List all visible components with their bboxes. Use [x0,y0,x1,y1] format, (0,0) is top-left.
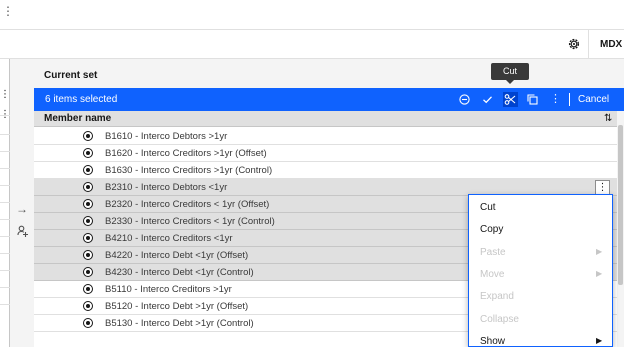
available-members-panel: ⋮ ⋮ [0,59,10,347]
list-divider [0,168,10,169]
cut-tooltip: Cut [491,63,529,80]
member-type-icon [83,318,93,328]
chevron-right-icon: ▶ [596,335,603,345]
sort-icon[interactable]: ⇅ [604,113,612,124]
member-name: B5120 - Interco Debt >1yr (Offset) [105,301,249,312]
table-row[interactable]: B1610 - Interco Debtors >1yr [34,128,617,145]
table-row[interactable]: B1620 - Interco Creditors >1yr (Offset) [34,145,617,162]
list-divider [0,134,10,135]
grid-header: Member name ⇅ [34,111,617,127]
member-type-icon [83,165,93,175]
member-type-icon [83,250,93,260]
member-name: B5130 - Interco Debt >1yr (Control) [105,318,254,329]
member-type-icon [83,284,93,294]
list-divider [0,202,10,203]
chevron-right-icon: ▶ [596,268,603,278]
member-name: B4220 - Interco Debt <1yr (Offset) [105,250,249,261]
arrow-right-icon[interactable]: → [16,202,28,216]
overflow-menu-icon[interactable]: ⋮ [2,4,14,18]
member-name: B4230 - Interco Debt <1yr (Control) [105,267,254,278]
list-divider [0,253,10,254]
member-name: B4210 - Interco Creditors <1yr [105,233,233,244]
context-menu-item-label: Cut [480,202,496,213]
member-type-icon [83,182,93,192]
gear-icon[interactable] [567,37,581,51]
overflow-menu-icon[interactable]: ⋮ [548,92,563,107]
mdx-button[interactable]: MDX [600,39,622,50]
member-type-icon [83,301,93,311]
context-menu: Cut Copy Paste ▶ Move ▶ Expand Collapse Show ▶ [468,194,613,347]
scissors-icon[interactable] [503,92,518,107]
context-menu-item-copy[interactable]: Copy [469,219,612,241]
list-divider [0,219,10,220]
member-name: B5110 - Interco Creditors >1yr [105,284,232,295]
selection-bar: 6 items selected ⋮ Cancel [34,88,624,111]
table-row[interactable]: B1630 - Interco Creditors >1yr (Control) [34,162,617,179]
list-divider [0,287,10,288]
context-menu-item-expand: Expand [469,286,612,308]
list-divider [0,151,10,152]
cancel-button[interactable]: Cancel [578,94,609,105]
context-menu-item-label: Copy [480,224,504,236]
member-type-icon [83,131,93,141]
context-menu-item-show[interactable]: Show ▶ [469,331,612,347]
column-header-member-name[interactable]: Member name [44,113,111,124]
add-member-icon[interactable] [17,225,29,237]
set-editor-window: ⋮ MDX ⋮ ⋮ → Current set Cut 6 item [0,0,624,347]
list-divider [0,270,10,271]
selection-count: 6 items selected [45,94,118,105]
selection-bar-divider [569,93,570,106]
member-name: B1630 - Interco Creditors >1yr (Control) [105,165,273,176]
list-divider [0,115,10,116]
top-bar: ⋮ [0,0,624,30]
list-divider [0,185,10,186]
member-name: B1620 - Interco Creditors >1yr (Offset) [105,148,267,159]
member-type-icon [83,148,93,158]
member-name: B2310 - Interco Debtors <1yr [105,182,228,193]
vertical-scrollbar[interactable] [617,111,624,347]
context-menu-item-collapse: Collapse [469,309,612,331]
list-divider [0,236,10,237]
context-menu-item-cut[interactable]: Cut [469,197,612,219]
chevron-right-icon: ▶ [596,246,603,256]
member-name: B2320 - Interco Creditors < 1yr (Offset) [105,199,270,210]
member-type-icon [83,233,93,243]
context-menu-item-move: Move ▶ [469,264,612,286]
context-menu-item-label: Expand [480,291,514,303]
context-menu-item-label: Paste [480,246,506,258]
list-divider [0,304,10,305]
overflow-menu-icon[interactable]: ⋮ [0,89,10,100]
member-type-icon [83,267,93,277]
scroll-thumb[interactable] [618,125,623,285]
checkmark-icon[interactable] [480,92,495,107]
context-menu-item-label: Show [480,335,506,347]
minus-circle-icon[interactable] [457,92,472,107]
toolbar-divider [588,30,589,59]
current-set-heading: Current set [44,70,98,81]
member-type-icon [83,199,93,209]
copy-icon[interactable] [525,92,540,107]
member-type-icon [83,216,93,226]
context-menu-item-paste: Paste ▶ [469,242,612,264]
secondary-toolbar: MDX [0,30,624,59]
member-name: B1610 - Interco Debtors >1yr [105,131,228,142]
tooltip-caret [506,80,514,84]
context-menu-item-label: Collapse [480,313,519,325]
member-name: B2330 - Interco Creditors < 1yr (Control… [105,216,275,227]
row-overflow-menu-icon[interactable]: ⋮ [595,180,610,195]
context-menu-item-label: Move [480,268,505,280]
